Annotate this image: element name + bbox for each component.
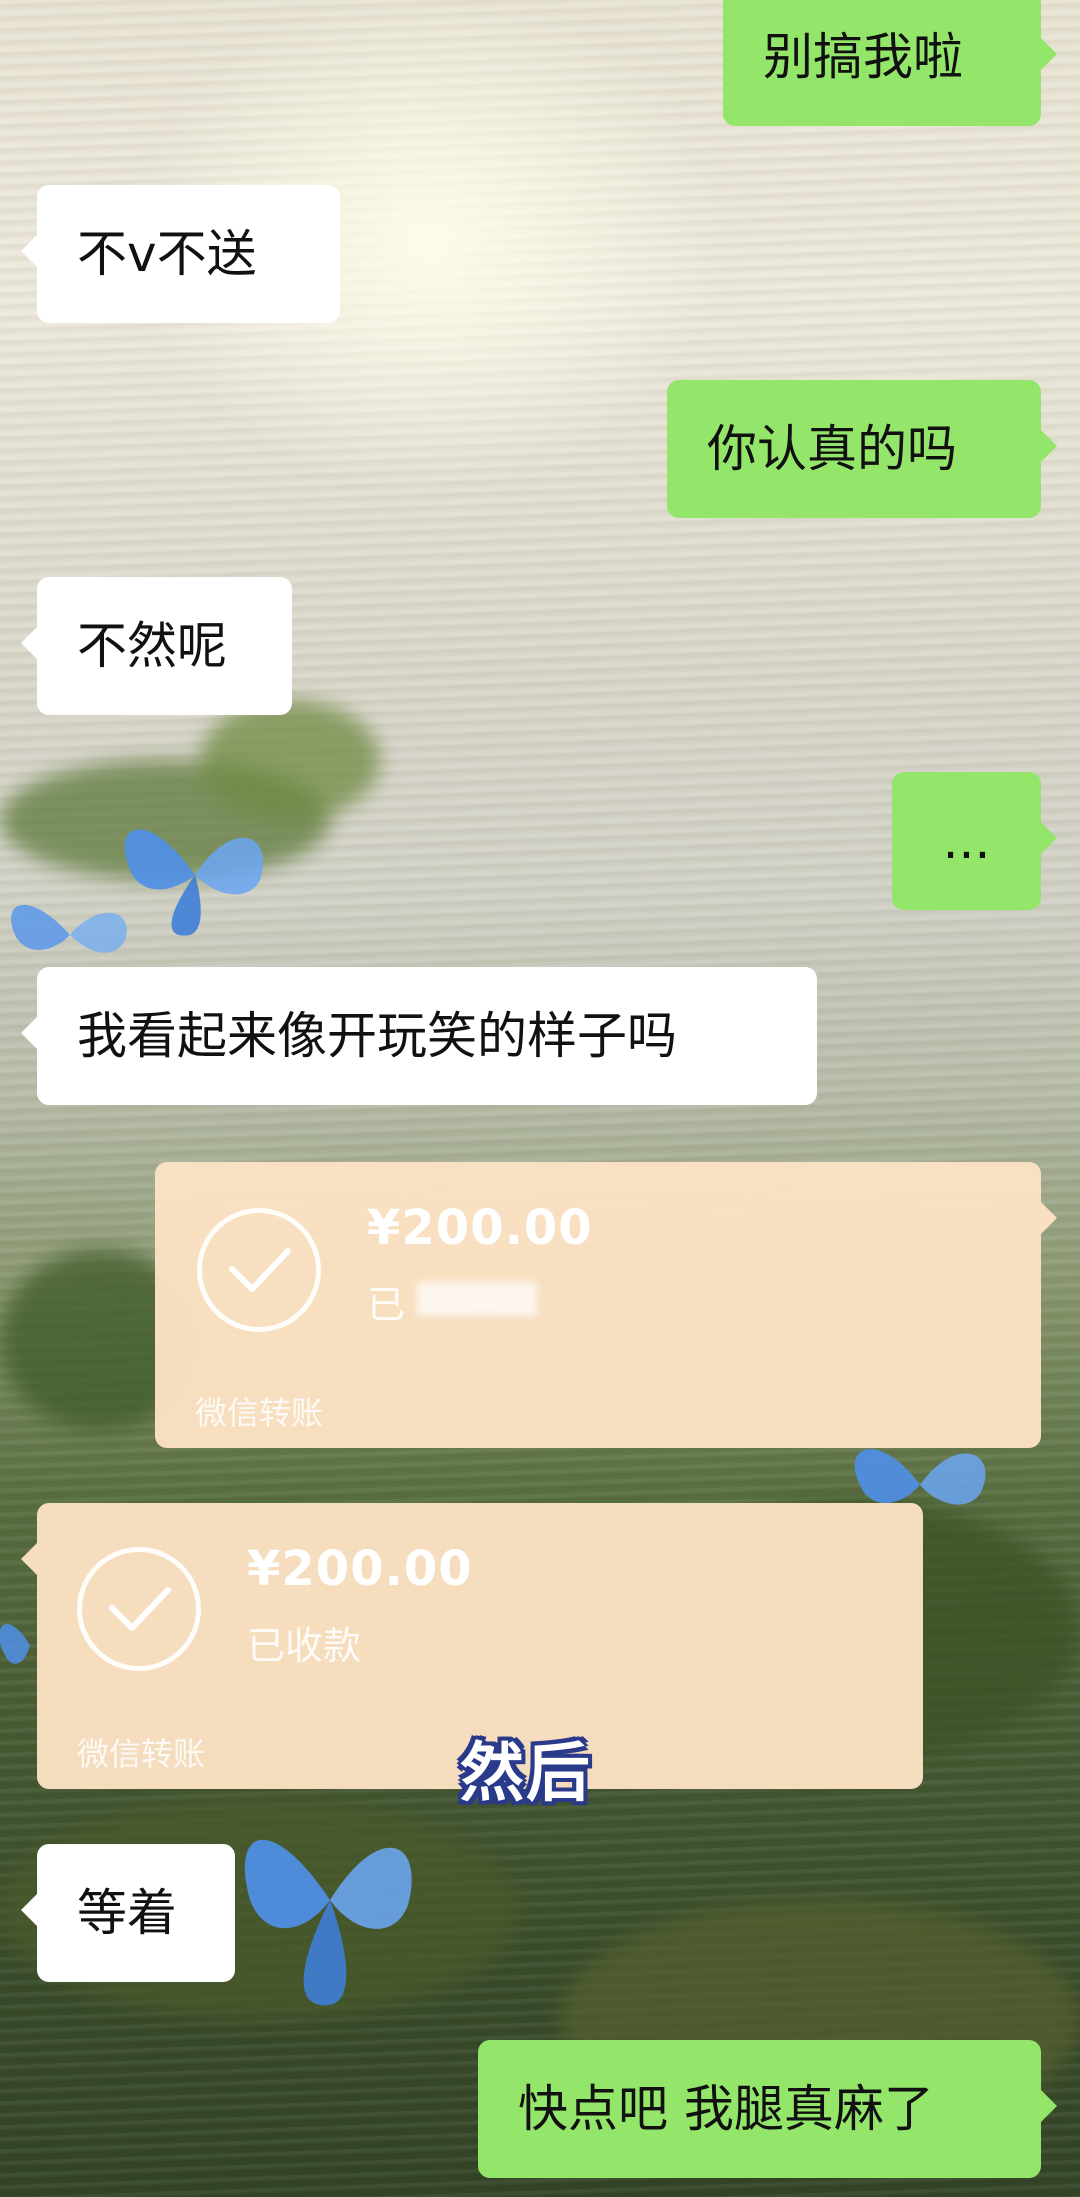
blurred-status-text bbox=[417, 1282, 537, 1316]
transfer-footer-label: 微信转账 bbox=[77, 1735, 206, 1773]
butterfly-icon bbox=[244, 1839, 412, 2006]
received-message-bubble[interactable]: 不v不送 bbox=[21, 185, 340, 323]
check-circle-icon bbox=[77, 1547, 201, 1671]
transfer-footer-label: 微信转账 bbox=[195, 1394, 324, 1432]
received-message-bubble[interactable]: 等着 bbox=[21, 1844, 235, 1982]
sent-message-bubble[interactable]: 快点吧 我腿真麻了 bbox=[478, 2040, 1057, 2178]
received-message-bubble[interactable]: 不然呢 bbox=[21, 577, 292, 715]
transfer-status: 已收款 bbox=[247, 1624, 362, 1668]
transfer-amount: ¥200.00 bbox=[247, 1541, 473, 1597]
sent-message-bubble[interactable]: 你认真的吗 bbox=[667, 380, 1057, 518]
video-caption: 然后 bbox=[460, 1737, 592, 1811]
received-message-bubble[interactable]: 我看起来像开玩笑的样子吗 bbox=[21, 967, 817, 1105]
sent-message-bubble[interactable]: 别搞我啦 bbox=[723, 0, 1057, 126]
sent-message-bubble[interactable]: ... bbox=[892, 772, 1057, 910]
transfer-amount: ¥200.00 bbox=[367, 1200, 593, 1256]
transfer-status: 已 bbox=[367, 1283, 406, 1327]
check-circle-icon bbox=[197, 1208, 321, 1332]
wechat-transfer-card[interactable]: ¥200.00 已 微信转账 bbox=[155, 1162, 1057, 1448]
